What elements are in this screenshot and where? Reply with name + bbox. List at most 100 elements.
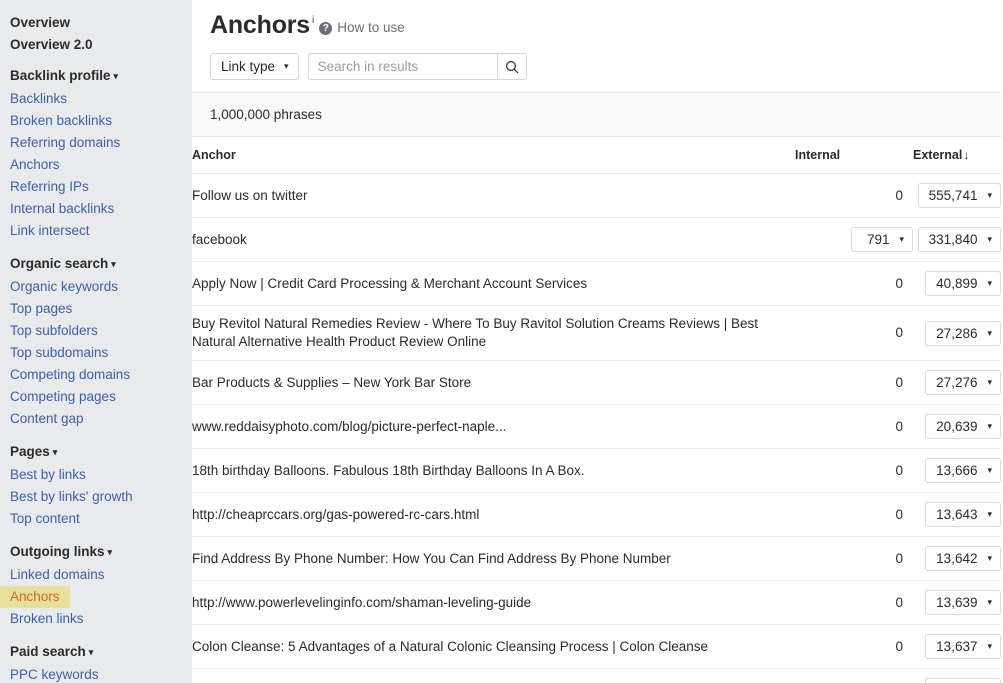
column-header-anchor[interactable]: Anchor (192, 137, 795, 174)
anchors-table: Anchor Internal External↓ Follow us on t… (192, 137, 1001, 683)
table-row[interactable]: 18th birthday Balloons. Fabulous 18th Bi… (192, 449, 1001, 493)
main-content: Anchorsi ? How to use Link type ▾ (192, 0, 1003, 683)
external-count-dropdown[interactable]: 13,634▾ (925, 678, 1001, 683)
sidebar-item-competing-pages[interactable]: Competing pages (0, 386, 126, 408)
table-row[interactable]: facebook791▾331,840▾ (192, 218, 1001, 262)
cell-anchor: 18th birthday Balloons. Fabulous 18th Bi… (192, 449, 795, 493)
chevron-down-icon: ▾ (987, 234, 992, 245)
internal-count-value: 0 (895, 506, 913, 524)
cell-external: 331,840 ▾ (913, 218, 1001, 262)
sidebar: OverviewOverview 2.0 Backlink profile▾Bac… (0, 0, 192, 683)
sidebar-item-ppc-keywords[interactable]: PPC keywords (0, 664, 109, 683)
sidebar-item-best-by-links-growth[interactable]: Best by links' growth (0, 486, 143, 508)
sidebar-group-title-backlink-profile[interactable]: Backlink profile▾ (0, 65, 192, 88)
cell-external: 13,634▾ (913, 669, 1001, 683)
table-row[interactable]: Apply Now | Credit Card Processing & Mer… (192, 262, 1001, 306)
search-button[interactable] (497, 54, 526, 79)
internal-count-value: 0 (895, 594, 913, 612)
chevron-down-icon: ▾ (987, 597, 992, 608)
external-count-dropdown[interactable]: 13,639▾ (925, 590, 1001, 615)
cell-anchor: Colon Cleanse: 5 Advantages of a Natural… (192, 625, 795, 669)
external-count-dropdown[interactable]: 13,643▾ (925, 502, 1001, 527)
sidebar-item-referring-domains[interactable]: Referring domains (0, 132, 130, 154)
sidebar-item-backlinks[interactable]: Backlinks (0, 88, 77, 110)
table-row[interactable]: Bar Products & Supplies – New York Bar S… (192, 361, 1001, 405)
chevron-down-icon: ▾ (987, 553, 992, 564)
cell-anchor: http://www.powerlevelinginfo.com/shaman-… (192, 581, 795, 625)
sidebar-item-top-content[interactable]: Top content (0, 508, 90, 530)
sidebar-item-content-gap[interactable]: Content gap (0, 408, 94, 430)
table-row[interactable]: Buy Revitol Natural Remedies Review - Wh… (192, 306, 1001, 361)
sidebar-group-title-outgoing-links[interactable]: Outgoing links▾ (0, 541, 192, 564)
table-row[interactable]: Follow us on twitter0555,741▾ (192, 174, 1001, 218)
sidebar-item-top-subfolders[interactable]: Top subfolders (0, 320, 108, 342)
table-row[interactable]: Find Address By Phone Number: How You Ca… (192, 537, 1001, 581)
external-count-dropdown[interactable]: 20,639▾ (925, 414, 1001, 439)
external-count-dropdown[interactable]: 27,276▾ (925, 370, 1001, 395)
sidebar-group-title-pages[interactable]: Pages▾ (0, 441, 192, 464)
cell-internal: 0 (795, 405, 913, 449)
search-group (308, 53, 527, 80)
table-row[interactable]: http://cheaprccars.org/gas-powered-rc-ca… (192, 493, 1001, 537)
sidebar-item-best-by-links[interactable]: Best by links (0, 464, 96, 486)
sidebar-item-organic-keywords[interactable]: Organic keywords (0, 276, 128, 298)
sidebar-item-broken-links[interactable]: Broken links (0, 608, 94, 630)
cell-anchor: www.reddaisyphoto.com/blog/picture-perfe… (192, 405, 795, 449)
sidebar-group-title-organic-search[interactable]: Organic search▾ (0, 253, 192, 276)
sidebar-group-pages: Pages▾Best by linksBest by links' growth… (0, 441, 192, 530)
table-row[interactable]: Find The Best Deals In Tough Dog Toys.01… (192, 669, 1001, 683)
cell-external: 40,899▾ (913, 262, 1001, 306)
table-row[interactable]: www.reddaisyphoto.com/blog/picture-perfe… (192, 405, 1001, 449)
column-header-internal[interactable]: Internal (795, 137, 913, 174)
column-header-external[interactable]: External↓ (913, 137, 1001, 174)
sidebar-spacer (0, 244, 192, 253)
cell-external: 27,286 ▾ (913, 306, 1001, 361)
sidebar-group-label: Outgoing links (10, 544, 105, 559)
external-count-dropdown[interactable]: 331,840 ▾ (918, 227, 1001, 252)
sidebar-item-top-pages[interactable]: Top pages (0, 298, 82, 320)
internal-count-value: 0 (895, 462, 913, 480)
external-count-value: 331,840 (929, 232, 978, 247)
sidebar-item-broken-backlinks[interactable]: Broken backlinks (0, 110, 122, 132)
sidebar-item-internal-backlinks[interactable]: Internal backlinks (0, 198, 124, 220)
sidebar-item-anchors[interactable]: Anchors (0, 154, 70, 176)
search-icon (505, 60, 519, 74)
external-count-dropdown[interactable]: 27,286 ▾ (925, 321, 1001, 346)
sidebar-group-title-paid-search[interactable]: Paid search▾ (0, 641, 192, 664)
search-input[interactable] (309, 54, 497, 79)
sidebar-item-linked-domains[interactable]: Linked domains (0, 564, 115, 586)
table-row[interactable]: http://www.powerlevelinginfo.com/shaman-… (192, 581, 1001, 625)
chevron-down-icon: ▾ (284, 61, 289, 72)
external-count-dropdown[interactable]: 13,637▾ (925, 634, 1001, 659)
cell-external: 555,741▾ (913, 174, 1001, 218)
cell-internal: 0 (795, 449, 913, 493)
sidebar-head-overview-2-0[interactable]: Overview 2.0 (0, 34, 192, 56)
chevron-down-icon: ▾ (987, 328, 992, 339)
internal-count-value: 791 (867, 232, 890, 247)
header-area: Anchorsi ? How to use Link type ▾ (192, 0, 1003, 80)
table-row[interactable]: Colon Cleanse: 5 Advantages of a Natural… (192, 625, 1001, 669)
cell-anchor: Buy Revitol Natural Remedies Review - Wh… (192, 306, 795, 361)
cell-external: 27,276▾ (913, 361, 1001, 405)
sidebar-item-competing-domains[interactable]: Competing domains (0, 364, 140, 386)
cell-external: 20,639▾ (913, 405, 1001, 449)
external-count-dropdown[interactable]: 13,642▾ (925, 546, 1001, 571)
question-circle-icon[interactable]: ? (319, 22, 332, 35)
internal-count-value: 0 (895, 324, 913, 342)
external-count-dropdown[interactable]: 40,899▾ (925, 271, 1001, 296)
external-count-dropdown[interactable]: 13,666▾ (925, 458, 1001, 483)
internal-count-value: 0 (895, 638, 913, 656)
how-to-use-link[interactable]: How to use (337, 20, 405, 35)
link-type-dropdown[interactable]: Link type ▾ (210, 53, 299, 80)
external-count-value: 27,276 (936, 375, 977, 390)
sidebar-item-link-intersect[interactable]: Link intersect (0, 220, 100, 242)
sidebar-item-referring-ips[interactable]: Referring IPs (0, 176, 99, 198)
external-count-dropdown[interactable]: 555,741▾ (918, 183, 1001, 208)
sidebar-item-top-subdomains[interactable]: Top subdomains (0, 342, 118, 364)
chevron-down-icon: ▾ (987, 278, 992, 289)
sidebar-item-anchors[interactable]: Anchors (0, 586, 70, 608)
sidebar-head-overview[interactable]: Overview (0, 12, 192, 34)
internal-count-value: 0 (895, 275, 913, 293)
internal-count-dropdown[interactable]: 791▾ (851, 227, 913, 252)
external-count-value: 27,286 (936, 326, 977, 341)
